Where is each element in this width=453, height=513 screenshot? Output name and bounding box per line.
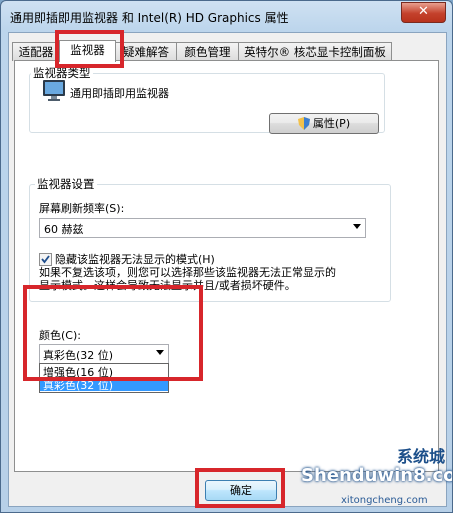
watermark-subtext: xitongcheng.com <box>341 495 428 506</box>
shield-icon <box>297 117 310 136</box>
properties-window: 通用即插即用监视器 和 Intel(R) HD Graphics 属性 ✕ 适配… <box>0 0 453 513</box>
monitor-settings-label: 监视器设置 <box>35 176 97 192</box>
monitor-icon <box>42 79 66 103</box>
chevron-down-icon <box>353 224 361 229</box>
highlight-colors-section <box>23 285 203 381</box>
monitor-tab-panel: 监视器类型 通用即插即用监视器 属性(P) 监视器设置 屏幕刷新频率(S): 6… <box>14 60 439 472</box>
monitor-name: 通用即插即用监视器 <box>70 87 169 100</box>
title-bar: 通用即插即用监视器 和 Intel(R) HD Graphics 属性 ✕ <box>1 1 452 31</box>
refresh-rate-select[interactable]: 60 赫兹 <box>39 218 366 238</box>
refresh-rate-value: 60 赫兹 <box>44 223 84 236</box>
window-title: 通用即插即用监视器 和 Intel(R) HD Graphics 属性 <box>10 11 289 25</box>
watermark-text: Shenduwin8.com <box>301 465 452 486</box>
tab-color-management[interactable]: 颜色管理 <box>176 42 239 61</box>
dialog-client-area: 适配器 监视器 疑难解答 颜色管理 英特尔® 核芯显卡控制面板 监视器类型 通用… <box>8 32 447 507</box>
properties-button[interactable]: 属性(P) <box>269 113 379 134</box>
properties-button-label: 属性(P) <box>312 117 351 130</box>
refresh-rate-label: 屏幕刷新频率(S): <box>39 202 125 215</box>
watermark-cn: 系统城 <box>397 447 446 466</box>
tab-intel-control-panel[interactable]: 英特尔® 核芯显卡控制面板 <box>238 42 392 61</box>
tab-troubleshoot[interactable]: 疑难解答 <box>115 42 177 61</box>
tab-monitor[interactable]: 监视器 <box>59 40 116 62</box>
tab-adapter[interactable]: 适配器 <box>12 42 60 61</box>
close-button[interactable]: ✕ <box>401 2 446 23</box>
highlight-ok-button <box>195 468 285 508</box>
